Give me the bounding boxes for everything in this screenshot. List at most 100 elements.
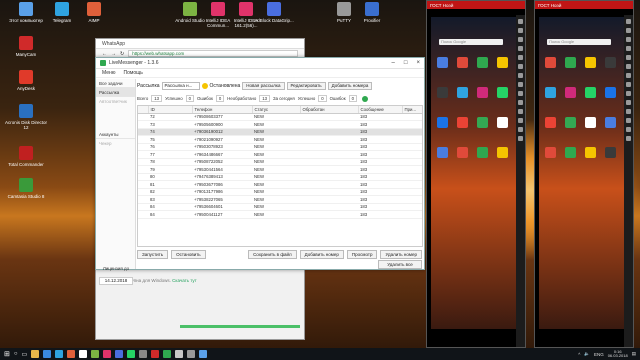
table-row[interactable]: 79 +79530441564 NEW 183 [138, 165, 422, 174]
phone-app-icon[interactable] [437, 57, 448, 68]
phone-app-icon[interactable] [585, 147, 596, 158]
table-row[interactable]: 72 +79508603377 NEW 183 [138, 113, 422, 121]
table-row[interactable]: 80 +79476389413 NEW 183 [138, 173, 422, 181]
url-field[interactable]: https://web.whatsapp.com [128, 50, 298, 57]
phone-app-icon[interactable] [437, 87, 448, 98]
forward-icon[interactable]: → [111, 51, 116, 57]
table-row[interactable]: 74 +79036190012 NEW 183 [138, 128, 422, 136]
table-row[interactable]: 75 +79021090927 NEW 183 [138, 135, 422, 144]
taskbar-app-icon[interactable] [175, 350, 184, 358]
edit-button[interactable]: Редактировать [286, 82, 326, 90]
phone-app-icon[interactable] [457, 87, 468, 98]
column-header[interactable]: Телефон [192, 106, 253, 114]
phone-screen[interactable]: Поиск Google [431, 17, 517, 329]
phone-app-icon[interactable] [605, 147, 616, 158]
phone-control-icon[interactable] [518, 118, 523, 123]
reload-icon[interactable]: ↻ [120, 51, 124, 57]
table-row[interactable]: 83 +79538227065 NEW 183 [138, 195, 422, 204]
phone-app-icon[interactable] [477, 117, 488, 128]
phone-search-bar[interactable]: Поиск Google [547, 39, 611, 45]
phone-control-icon[interactable] [626, 136, 631, 141]
phone-control-icon[interactable] [518, 91, 523, 96]
phone-control-icon[interactable] [518, 127, 523, 132]
phone-control-icon[interactable] [518, 55, 523, 60]
phone-app-icon[interactable] [497, 147, 508, 158]
column-header[interactable]: При... [402, 106, 422, 114]
phone-control-icon[interactable] [518, 73, 523, 78]
phone-app-icon[interactable] [477, 57, 488, 68]
phone-control-icon[interactable] [626, 73, 631, 78]
column-header[interactable]: Сообщение [358, 106, 403, 114]
phone-app-icon[interactable] [605, 57, 616, 68]
phone-app-icon[interactable] [585, 117, 596, 128]
phone-app-icon[interactable] [497, 57, 508, 68]
desktop-icon[interactable]: AIMP [72, 2, 116, 23]
add-number-button[interactable]: Добавить номер [299, 250, 344, 259]
taskbar-app-icon[interactable] [115, 350, 124, 358]
search-icon[interactable]: ○ [14, 351, 18, 357]
column-header[interactable]: ID [148, 106, 193, 114]
phone-control-icon[interactable] [518, 46, 523, 51]
taskbar-app-icon[interactable] [163, 350, 172, 358]
phone-app-icon[interactable] [437, 117, 448, 128]
phone-app-icon[interactable] [497, 117, 508, 128]
phone-app-icon[interactable] [605, 87, 616, 98]
desktop-icon[interactable]: AdBlock DataGrip... [252, 2, 296, 23]
phone-emulator-window[interactable]: ГОСТ Ноэй Поиск Google [426, 0, 526, 348]
taskbar-app-icon[interactable] [199, 350, 208, 358]
phone-emulator-window[interactable]: ГОСТ Ноэй Поиск Google [534, 0, 634, 348]
phone-app-icon[interactable] [477, 87, 488, 98]
add-numbers-button[interactable]: Добавить номера [327, 82, 373, 90]
taskbar-app-icon[interactable] [151, 350, 160, 358]
start-button[interactable]: Запустить [137, 250, 169, 259]
mailing-select[interactable]: Рассылка н... [161, 82, 200, 90]
phone-app-icon[interactable] [605, 117, 616, 128]
task-view-icon[interactable]: ▭ [22, 351, 28, 358]
taskbar-app-icon[interactable] [43, 350, 52, 358]
phone-control-icon[interactable] [626, 82, 631, 87]
taskbar-app-icon[interactable] [31, 350, 40, 358]
phone-control-icon[interactable] [626, 109, 631, 114]
menu-item-help[interactable]: Помощь [124, 70, 143, 76]
taskbar-app-icon[interactable] [127, 350, 136, 358]
delete-all-button[interactable]: Удалить все [378, 260, 422, 269]
minimize-icon[interactable]: – [392, 60, 395, 66]
phone-app-icon[interactable] [545, 57, 556, 68]
phone-app-icon[interactable] [437, 147, 448, 158]
sidebar-item[interactable]: Рассылка [96, 88, 135, 97]
clock[interactable]: 0:16 06.03.2018 [608, 349, 628, 359]
numbers-table[interactable]: ID Телефон Статус Обработан Сообщение При... … [137, 105, 423, 247]
table-row[interactable]: 78 +79508722052 NEW 183 [138, 158, 422, 166]
phone-control-icon[interactable] [626, 118, 631, 123]
tray-chevron-icon[interactable]: ^ [578, 352, 580, 357]
phone-app-icon[interactable] [497, 87, 508, 98]
phone-app-icon[interactable] [545, 117, 556, 128]
phone-app-icon[interactable] [457, 57, 468, 68]
table-row[interactable]: 77 +79634486667 NEW 183 [138, 150, 422, 159]
taskbar-app-icon[interactable] [67, 350, 76, 358]
table-row[interactable]: 81 +79503677086 NEW 183 [138, 180, 422, 189]
phone-search-bar[interactable]: Поиск Google [439, 39, 503, 45]
table-row[interactable]: 73 +79505600900 NEW 183 [138, 120, 422, 129]
phone-control-icon[interactable] [626, 46, 631, 51]
menu-item-menu[interactable]: Меню [102, 70, 116, 76]
phone-control-icon[interactable] [626, 91, 631, 96]
phone-control-icon[interactable] [518, 64, 523, 69]
sidebar-item[interactable]: Аккаунты [96, 130, 135, 139]
start-windows-icon[interactable]: ⊞ [4, 350, 10, 358]
phone-app-icon[interactable] [457, 117, 468, 128]
phone-control-icon[interactable] [518, 109, 523, 114]
phone-control-icon[interactable] [626, 55, 631, 60]
column-header[interactable] [138, 106, 149, 114]
phone-control-icon[interactable] [518, 28, 523, 33]
sidebar-item[interactable]: Чекер [96, 139, 135, 148]
notifications-icon[interactable]: ▤ [632, 351, 636, 357]
sidebar-item[interactable]: Автоответчик [96, 97, 135, 106]
phone-control-icon[interactable] [518, 19, 523, 24]
phone-control-icon[interactable] [626, 127, 631, 132]
phone-app-icon[interactable] [565, 147, 576, 158]
phone-app-icon[interactable] [545, 87, 556, 98]
sidebar-item[interactable]: Все задачи [96, 79, 135, 88]
phone-app-icon[interactable] [477, 147, 488, 158]
taskbar-app-icon[interactable] [79, 350, 88, 358]
